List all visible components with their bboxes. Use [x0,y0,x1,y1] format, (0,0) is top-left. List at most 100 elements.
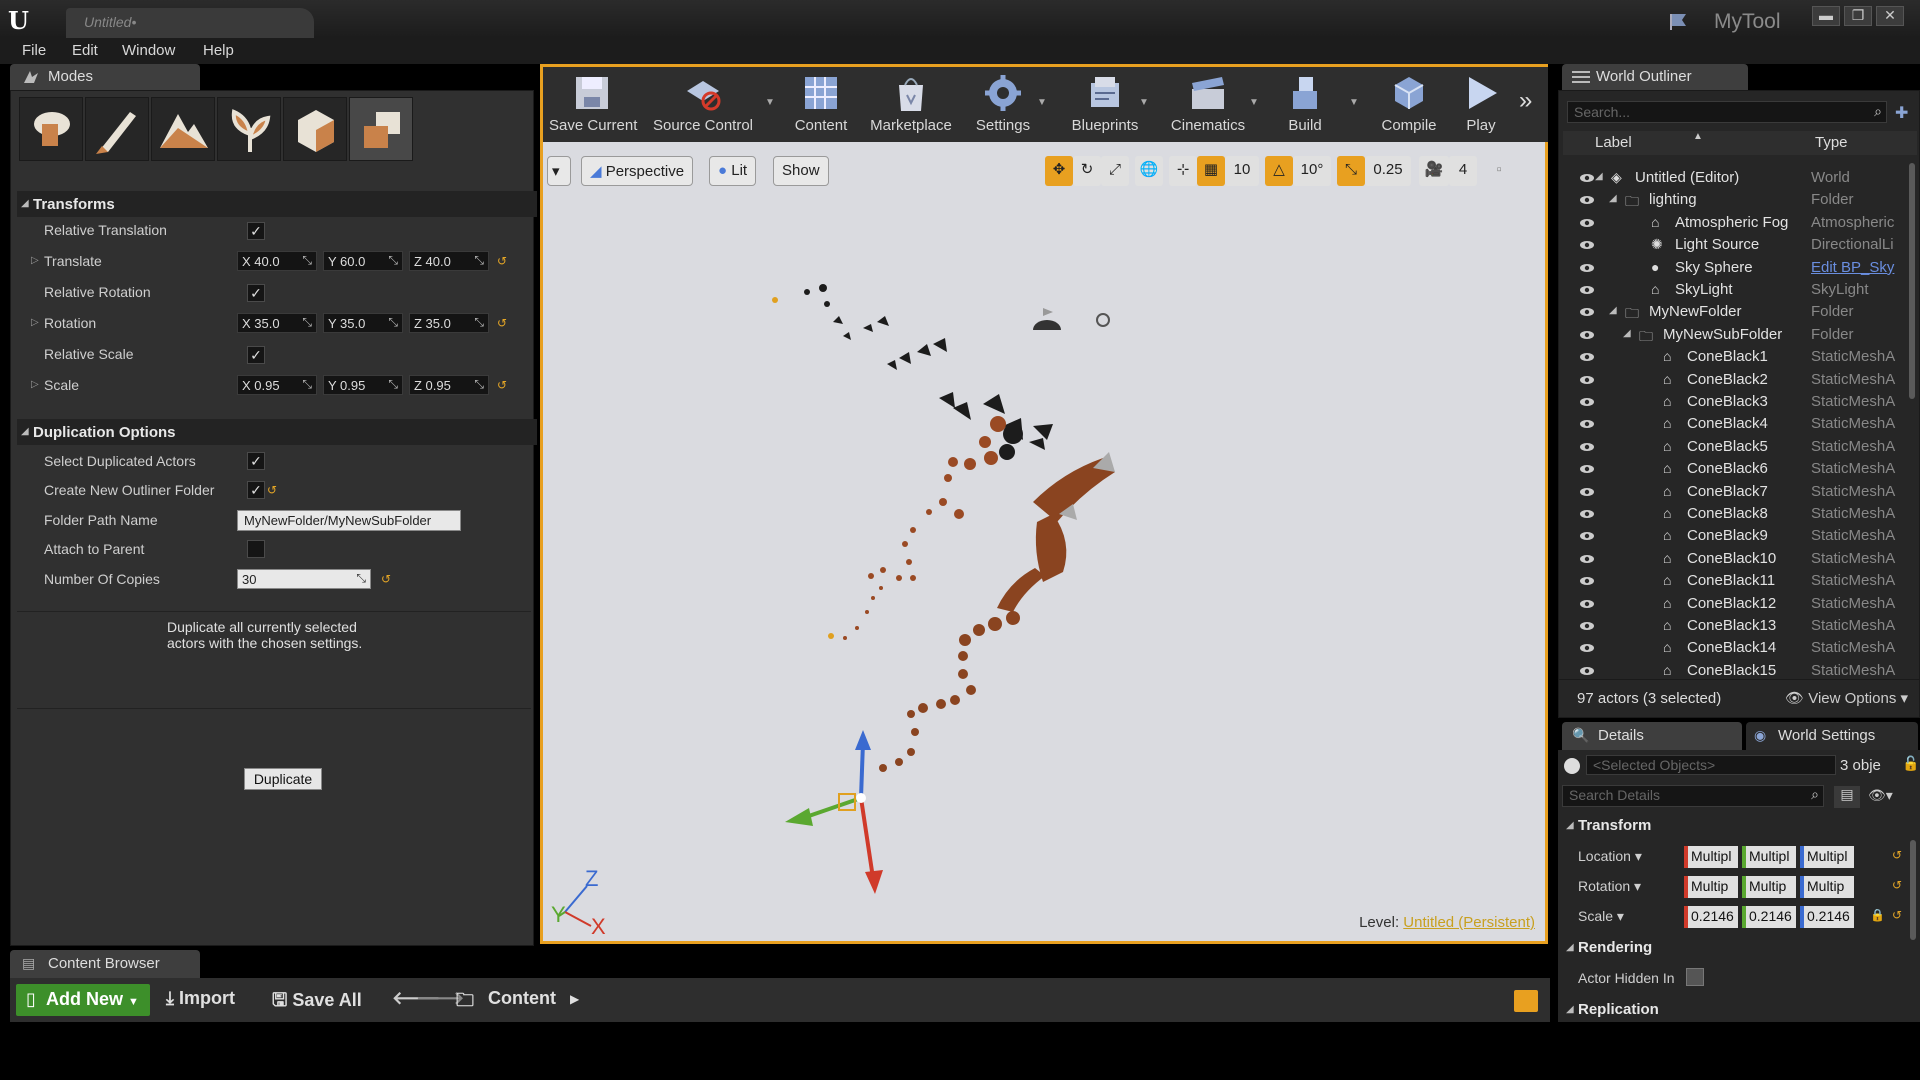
save-all-button[interactable]: 🖫 Save All [272,988,362,1018]
grid-view-icon[interactable]: ▤ [1834,786,1860,808]
collapse-arrow-icon[interactable]: ◢ [1609,305,1617,316]
location-y-field[interactable]: Multipl [1742,846,1796,868]
outliner-row[interactable]: ⌂ ConeBlack4 StaticMeshA [1563,413,1911,435]
scale-z-field[interactable]: 0.2146 [1800,906,1854,928]
scale-x-field[interactable]: 0.2146 [1684,906,1738,928]
level-name-link[interactable]: Untitled (Persistent) [1403,914,1535,931]
column-label-header[interactable]: Label [1595,134,1632,151]
menu-help[interactable]: Help [203,42,234,59]
outliner-row[interactable]: ⌂ ConeBlack2 StaticMeshA [1563,369,1911,391]
dropdown-arrow-icon[interactable]: ▼ [1249,97,1259,108]
outliner-row[interactable]: ⌂ ConeBlack9 StaticMeshA [1563,525,1911,547]
outliner-row[interactable]: ⌂ ConeBlack6 StaticMeshA [1563,458,1911,480]
reset-to-default-icon[interactable]: ↺ [1892,848,1902,862]
transforms-section-header[interactable]: ◢ Transforms [17,191,537,217]
outliner-row[interactable]: ⌂ ConeBlack13 StaticMeshA [1563,615,1911,637]
select-duplicated-checkbox[interactable]: ✓ [247,452,265,470]
outliner-row[interactable]: ◢ ◈ Untitled (Editor) World [1563,167,1911,189]
paint-mode-button[interactable] [85,97,149,161]
outliner-row[interactable]: ◢ 🗀 lighting Folder [1563,189,1911,211]
outliner-scrollbar[interactable] [1909,163,1915,399]
rendering-section-header[interactable]: ◢ Rendering [1562,936,1918,960]
outliner-row[interactable]: ⌂ ConeBlack5 StaticMeshA [1563,436,1911,458]
outliner-row[interactable]: ⌂ ConeBlack1 StaticMeshA [1563,346,1911,368]
visibility-eye-icon[interactable] [1579,260,1595,276]
visibility-eye-icon[interactable] [1579,416,1595,432]
duplication-section-header[interactable]: ◢ Duplication Options [17,419,537,445]
rotation-y-field[interactable]: Y 35.0 ⤡ [323,313,403,333]
more-chevron-icon[interactable]: » [1519,87,1532,115]
search-details-input[interactable]: Search Details ⌕ [1562,785,1824,807]
foliage-mode-button[interactable] [217,97,281,161]
location-label[interactable]: Location ▾ [1578,848,1642,865]
collapse-arrow-icon[interactable]: ◢ [1623,328,1631,339]
blueprints-button[interactable]: Blueprints [1061,69,1149,143]
lock-icon[interactable]: 🔓 [1902,755,1919,772]
build-button[interactable]: Build [1275,69,1335,143]
reset-to-default-icon[interactable]: ↺ [497,378,507,392]
level-viewport[interactable]: ▾ ◢ Perspective ● Lit Show ✥ ↻ ⤢ 🌐 ⊹ ▦ 1… [540,142,1548,944]
expand-arrow-icon[interactable]: ▷ [31,379,39,390]
visibility-eye-icon[interactable] [1579,372,1595,388]
marketplace-button[interactable]: Marketplace [865,69,957,143]
close-button[interactable]: ✕ [1876,6,1904,26]
reset-to-default-icon[interactable]: ↺ [497,254,507,268]
visibility-eye-icon[interactable] [1579,349,1595,365]
expand-arrow-icon[interactable]: ▷ [31,317,39,328]
breadcrumb-content[interactable]: Content [488,988,556,1009]
source-control-button[interactable]: Source Control [651,69,755,143]
cinematics-button[interactable]: Cinematics [1163,69,1253,143]
visibility-eye-icon[interactable] [1579,573,1595,589]
document-tab[interactable]: Untitled• [66,8,314,38]
modes-tab[interactable]: Modes [10,64,200,90]
visibility-eye-icon[interactable] [1579,215,1595,231]
dropdown-arrow-icon[interactable]: ▼ [1139,97,1149,108]
rotation-z-field[interactable]: Z 35.0 ⤡ [409,313,489,333]
view-options-button[interactable]: 👁 View Options ▾ [1785,689,1908,707]
reset-to-default-icon[interactable]: ↺ [497,316,507,330]
dropdown-arrow-icon[interactable]: ▼ [1349,97,1359,108]
visibility-eye-icon[interactable] [1579,394,1595,410]
scale-lock-icon[interactable]: 🔒 [1870,908,1885,922]
visibility-eye-icon[interactable] [1579,170,1595,186]
collapse-arrow-icon[interactable]: ◢ [1609,193,1617,204]
duplicate-button[interactable]: Duplicate [244,768,322,790]
replication-section-header[interactable]: ◢ Replication [1562,998,1918,1022]
expand-arrow-icon[interactable]: ▷ [31,255,39,266]
outliner-row[interactable]: ⌂ ConeBlack8 StaticMeshA [1563,503,1911,525]
location-z-field[interactable]: Multipl [1800,846,1854,868]
outliner-row[interactable]: ⌂ ConeBlack12 StaticMeshA [1563,593,1911,615]
menu-window[interactable]: Window [122,42,175,59]
visibility-eye-icon[interactable] [1579,484,1595,500]
settings-button[interactable]: Settings [967,69,1039,143]
compile-button[interactable]: Compile [1375,69,1443,143]
reset-to-default-icon[interactable]: ↺ [267,483,277,497]
actor-hidden-checkbox[interactable] [1686,968,1704,986]
visibility-eye-icon[interactable] [1579,528,1595,544]
add-actor-icon[interactable]: ✚ [1895,103,1908,123]
visibility-eye-icon[interactable] [1579,327,1595,343]
custom-mode-button[interactable] [349,97,413,161]
source-control-status-icon[interactable] [1514,990,1538,1012]
visibility-eye-icon[interactable] [1579,506,1595,522]
visibility-eye-icon[interactable] [1579,551,1595,567]
outliner-row[interactable]: ⌂ ConeBlack14 StaticMeshA [1563,637,1911,659]
place-mode-button[interactable] [19,97,83,161]
content-button[interactable]: Content [789,69,853,143]
location-x-field[interactable]: Multipl [1684,846,1738,868]
visibility-eye-icon[interactable] [1579,461,1595,477]
visibility-eye-icon[interactable] [1579,237,1595,253]
visibility-eye-icon[interactable] [1579,282,1595,298]
translate-y-field[interactable]: Y 60.0 ⤡ [323,251,403,271]
menu-edit[interactable]: Edit [72,42,98,59]
outliner-row[interactable]: ⌂ Atmospheric Fog Atmospheric [1563,212,1911,234]
attach-parent-checkbox[interactable] [247,540,265,558]
visibility-eye-icon[interactable] [1579,618,1595,634]
visibility-eye-icon[interactable] [1579,304,1595,320]
outliner-row[interactable]: ⌂ ConeBlack3 StaticMeshA [1563,391,1911,413]
reset-to-default-icon[interactable]: ↺ [381,572,391,586]
eye-icon[interactable]: 👁▾ [1868,787,1893,804]
translate-z-field[interactable]: Z 40.0 ⤡ [409,251,489,271]
scale-y-field[interactable]: 0.2146 [1742,906,1796,928]
outliner-row[interactable]: ⌂ ConeBlack7 StaticMeshA [1563,481,1911,503]
